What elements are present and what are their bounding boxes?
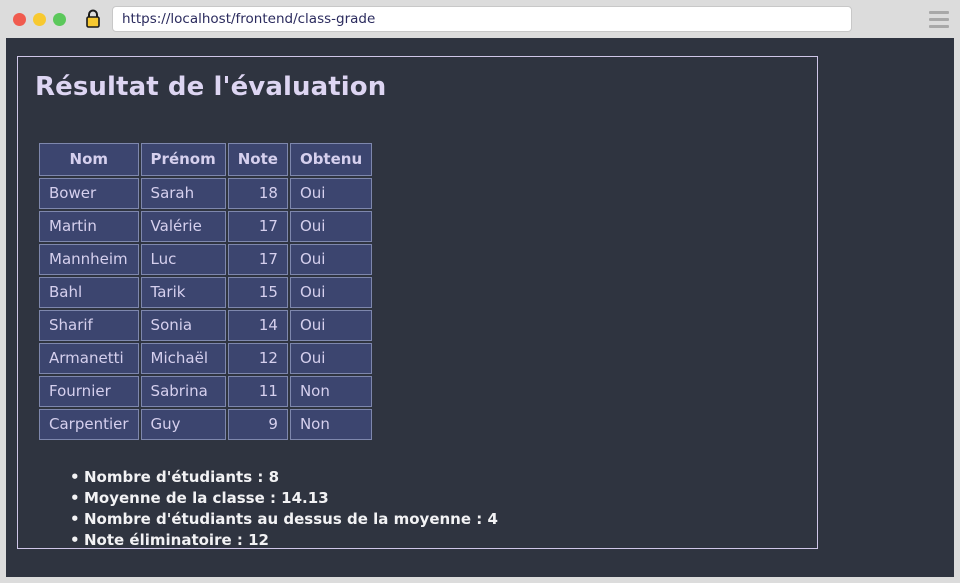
- cell-note: 12: [227, 343, 288, 374]
- list-item: Note éliminatoire : 12: [70, 530, 817, 551]
- cell-prenom: Luc: [140, 244, 226, 275]
- table-row: Bower Sarah 18 Oui: [39, 178, 373, 209]
- page-viewport: Résultat de l'évaluation Nom Prénom Note…: [6, 38, 954, 577]
- cell-note: 15: [227, 277, 288, 308]
- summary-statistics-list: Nombre d'étudiants : 8 Moyenne de la cla…: [70, 467, 817, 551]
- menu-line-bottom: [929, 24, 949, 28]
- list-item: Moyenne de la classe : 14.13: [70, 488, 817, 509]
- table-row: Fournier Sabrina 11 Non: [39, 376, 373, 407]
- cell-prenom: Guy: [140, 409, 226, 440]
- table-row: Armanetti Michaël 12 Oui: [39, 343, 373, 374]
- grades-table-head: Nom Prénom Note Obtenu: [39, 143, 373, 176]
- cell-obtenu: Oui: [289, 277, 373, 308]
- cell-prenom: Sabrina: [140, 376, 226, 407]
- cell-nom: Bahl: [39, 277, 139, 308]
- maximize-button[interactable]: [53, 12, 66, 26]
- column-header-nom: Nom: [39, 143, 139, 176]
- list-item: Nombre d'étudiants au dessus de la moyen…: [70, 509, 817, 530]
- cell-obtenu: Non: [289, 409, 373, 440]
- cell-nom: Carpentier: [39, 409, 139, 440]
- grades-table: Nom Prénom Note Obtenu Bower Sarah 18 Ou…: [37, 141, 374, 442]
- cell-obtenu: Oui: [289, 343, 373, 374]
- cell-note: 17: [227, 211, 288, 242]
- cell-prenom: Michaël: [140, 343, 226, 374]
- cell-obtenu: Oui: [289, 211, 373, 242]
- cell-obtenu: Oui: [289, 178, 373, 209]
- cell-nom: Sharif: [39, 310, 139, 341]
- browser-chrome: https://localhost/frontend/class-grade: [0, 0, 960, 38]
- cell-nom: Mannheim: [39, 244, 139, 275]
- hamburger-menu-icon[interactable]: [927, 8, 951, 30]
- minimize-button[interactable]: [33, 12, 46, 26]
- address-bar[interactable]: https://localhost/frontend/class-grade: [112, 6, 852, 32]
- content-container: Résultat de l'évaluation Nom Prénom Note…: [17, 56, 818, 551]
- table-row: Martin Valérie 17 Oui: [39, 211, 373, 242]
- window-controls: [13, 12, 66, 26]
- column-header-obtenu: Obtenu: [289, 143, 373, 176]
- grades-table-body: Bower Sarah 18 Oui Martin Valérie 17 Oui…: [39, 178, 373, 440]
- menu-line-middle: [929, 17, 949, 21]
- url-text[interactable]: https://localhost/frontend/class-grade: [122, 11, 375, 27]
- table-header-row: Nom Prénom Note Obtenu: [39, 143, 373, 176]
- cell-note: 17: [227, 244, 288, 275]
- cell-note: 18: [227, 178, 288, 209]
- cell-nom: Fournier: [39, 376, 139, 407]
- menu-line-top: [929, 10, 949, 14]
- cell-prenom: Sonia: [140, 310, 226, 341]
- cell-note: 11: [227, 376, 288, 407]
- table-row: Bahl Tarik 15 Oui: [39, 277, 373, 308]
- cell-nom: Bower: [39, 178, 139, 209]
- cell-obtenu: Oui: [289, 310, 373, 341]
- cell-prenom: Valérie: [140, 211, 226, 242]
- page-title: Résultat de l'évaluation: [35, 72, 387, 102]
- column-header-note: Note: [227, 143, 288, 176]
- cell-obtenu: Oui: [289, 244, 373, 275]
- close-button[interactable]: [13, 12, 26, 26]
- table-row: Mannheim Luc 17 Oui: [39, 244, 373, 275]
- table-row: Carpentier Guy 9 Non: [39, 409, 373, 440]
- cell-nom: Armanetti: [39, 343, 139, 374]
- column-header-prenom: Prénom: [140, 143, 226, 176]
- cell-note: 9: [227, 409, 288, 440]
- cell-obtenu: Non: [289, 376, 373, 407]
- cell-nom: Martin: [39, 211, 139, 242]
- cell-prenom: Tarik: [140, 277, 226, 308]
- table-row: Sharif Sonia 14 Oui: [39, 310, 373, 341]
- list-item: Nombre d'étudiants : 8: [70, 467, 817, 488]
- cell-note: 14: [227, 310, 288, 341]
- lock-icon: [84, 8, 102, 30]
- cell-prenom: Sarah: [140, 178, 226, 209]
